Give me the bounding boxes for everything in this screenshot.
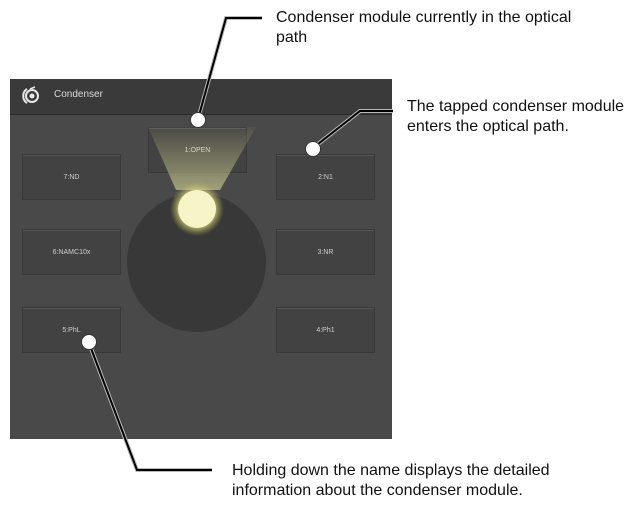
module-label: 4:Ph1 — [316, 326, 335, 334]
title-bar: Condenser — [10, 79, 392, 115]
callout-current-module: Condenser module currently in the optica… — [276, 9, 572, 46]
window-title: Condenser — [54, 89, 103, 100]
module-button-1-open[interactable]: 1:OPEN — [148, 127, 247, 173]
condenser-icon — [20, 86, 42, 106]
turret-wheel — [127, 193, 266, 332]
module-button-5-phl[interactable]: 5:PhL — [22, 307, 121, 353]
module-button-6-namc10x[interactable]: 6:NAMC10x — [22, 229, 121, 275]
module-label: 5:PhL — [62, 326, 81, 334]
module-button-2-n1[interactable]: 2:N1 — [276, 154, 375, 200]
callout-hold-name: Holding down the name displays the detai… — [232, 462, 550, 499]
module-button-7-nd[interactable]: 7:ND — [22, 154, 121, 200]
module-label: 1:OPEN — [184, 146, 211, 154]
module-label: 2:N1 — [318, 173, 333, 181]
condenser-panel: Condenser 1:OPEN 2:N1 3:NR 4:Ph1 5:PhL 6… — [10, 79, 392, 439]
module-button-4-ph1[interactable]: 4:Ph1 — [276, 307, 375, 353]
callout-tapped-module: The tapped condenser module enters the o… — [407, 98, 625, 135]
module-label: 7:ND — [63, 173, 80, 181]
module-button-3-nr[interactable]: 3:NR — [276, 229, 375, 275]
module-label: 6:NAMC10x — [52, 248, 91, 256]
module-label: 3:NR — [317, 248, 334, 256]
